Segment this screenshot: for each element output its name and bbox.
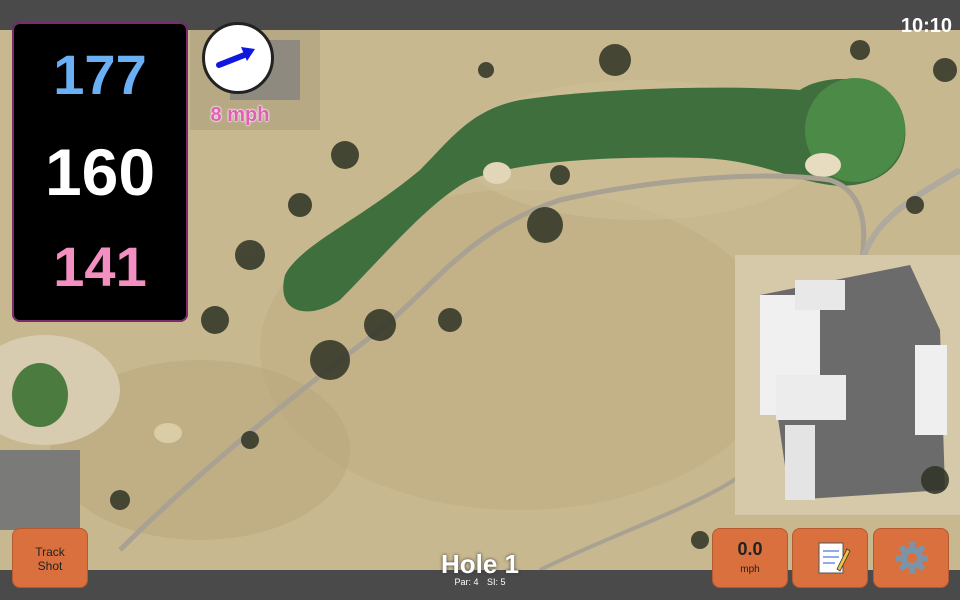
wind-button-unit: mph [740,564,760,575]
middle-distance: 160 [44,135,156,209]
bunker [483,162,511,184]
front-distance: 141 [53,235,147,298]
wind-button[interactable]: 0.0 mph [712,528,788,588]
hole-si: SI: 5 [487,577,506,587]
arrow-icon [216,47,255,68]
notepad-icon [818,542,851,574]
gear-icon [896,542,928,574]
bunker [805,153,841,177]
hole-info: Par: 4 SI: 5 [380,577,580,587]
distance-panel: 177 160 141 [12,22,188,322]
back-distance: 177 [53,43,147,106]
wind-indicator [202,22,274,94]
wind-button-value: 0.0 [737,539,763,559]
track-shot-label-2: Shot [37,559,63,573]
track-shot-label-1: Track [35,545,65,559]
bunker [154,423,182,443]
wind-speed-label: 8 mph [210,104,270,126]
clock: 10:10 [900,15,952,37]
hole-par: Par: 4 [454,577,479,587]
notes-button[interactable] [792,528,868,588]
track-shot-button[interactable]: Track Shot [12,528,88,588]
settings-button[interactable] [873,528,949,588]
hole-title: Hole 1 [440,549,520,579]
